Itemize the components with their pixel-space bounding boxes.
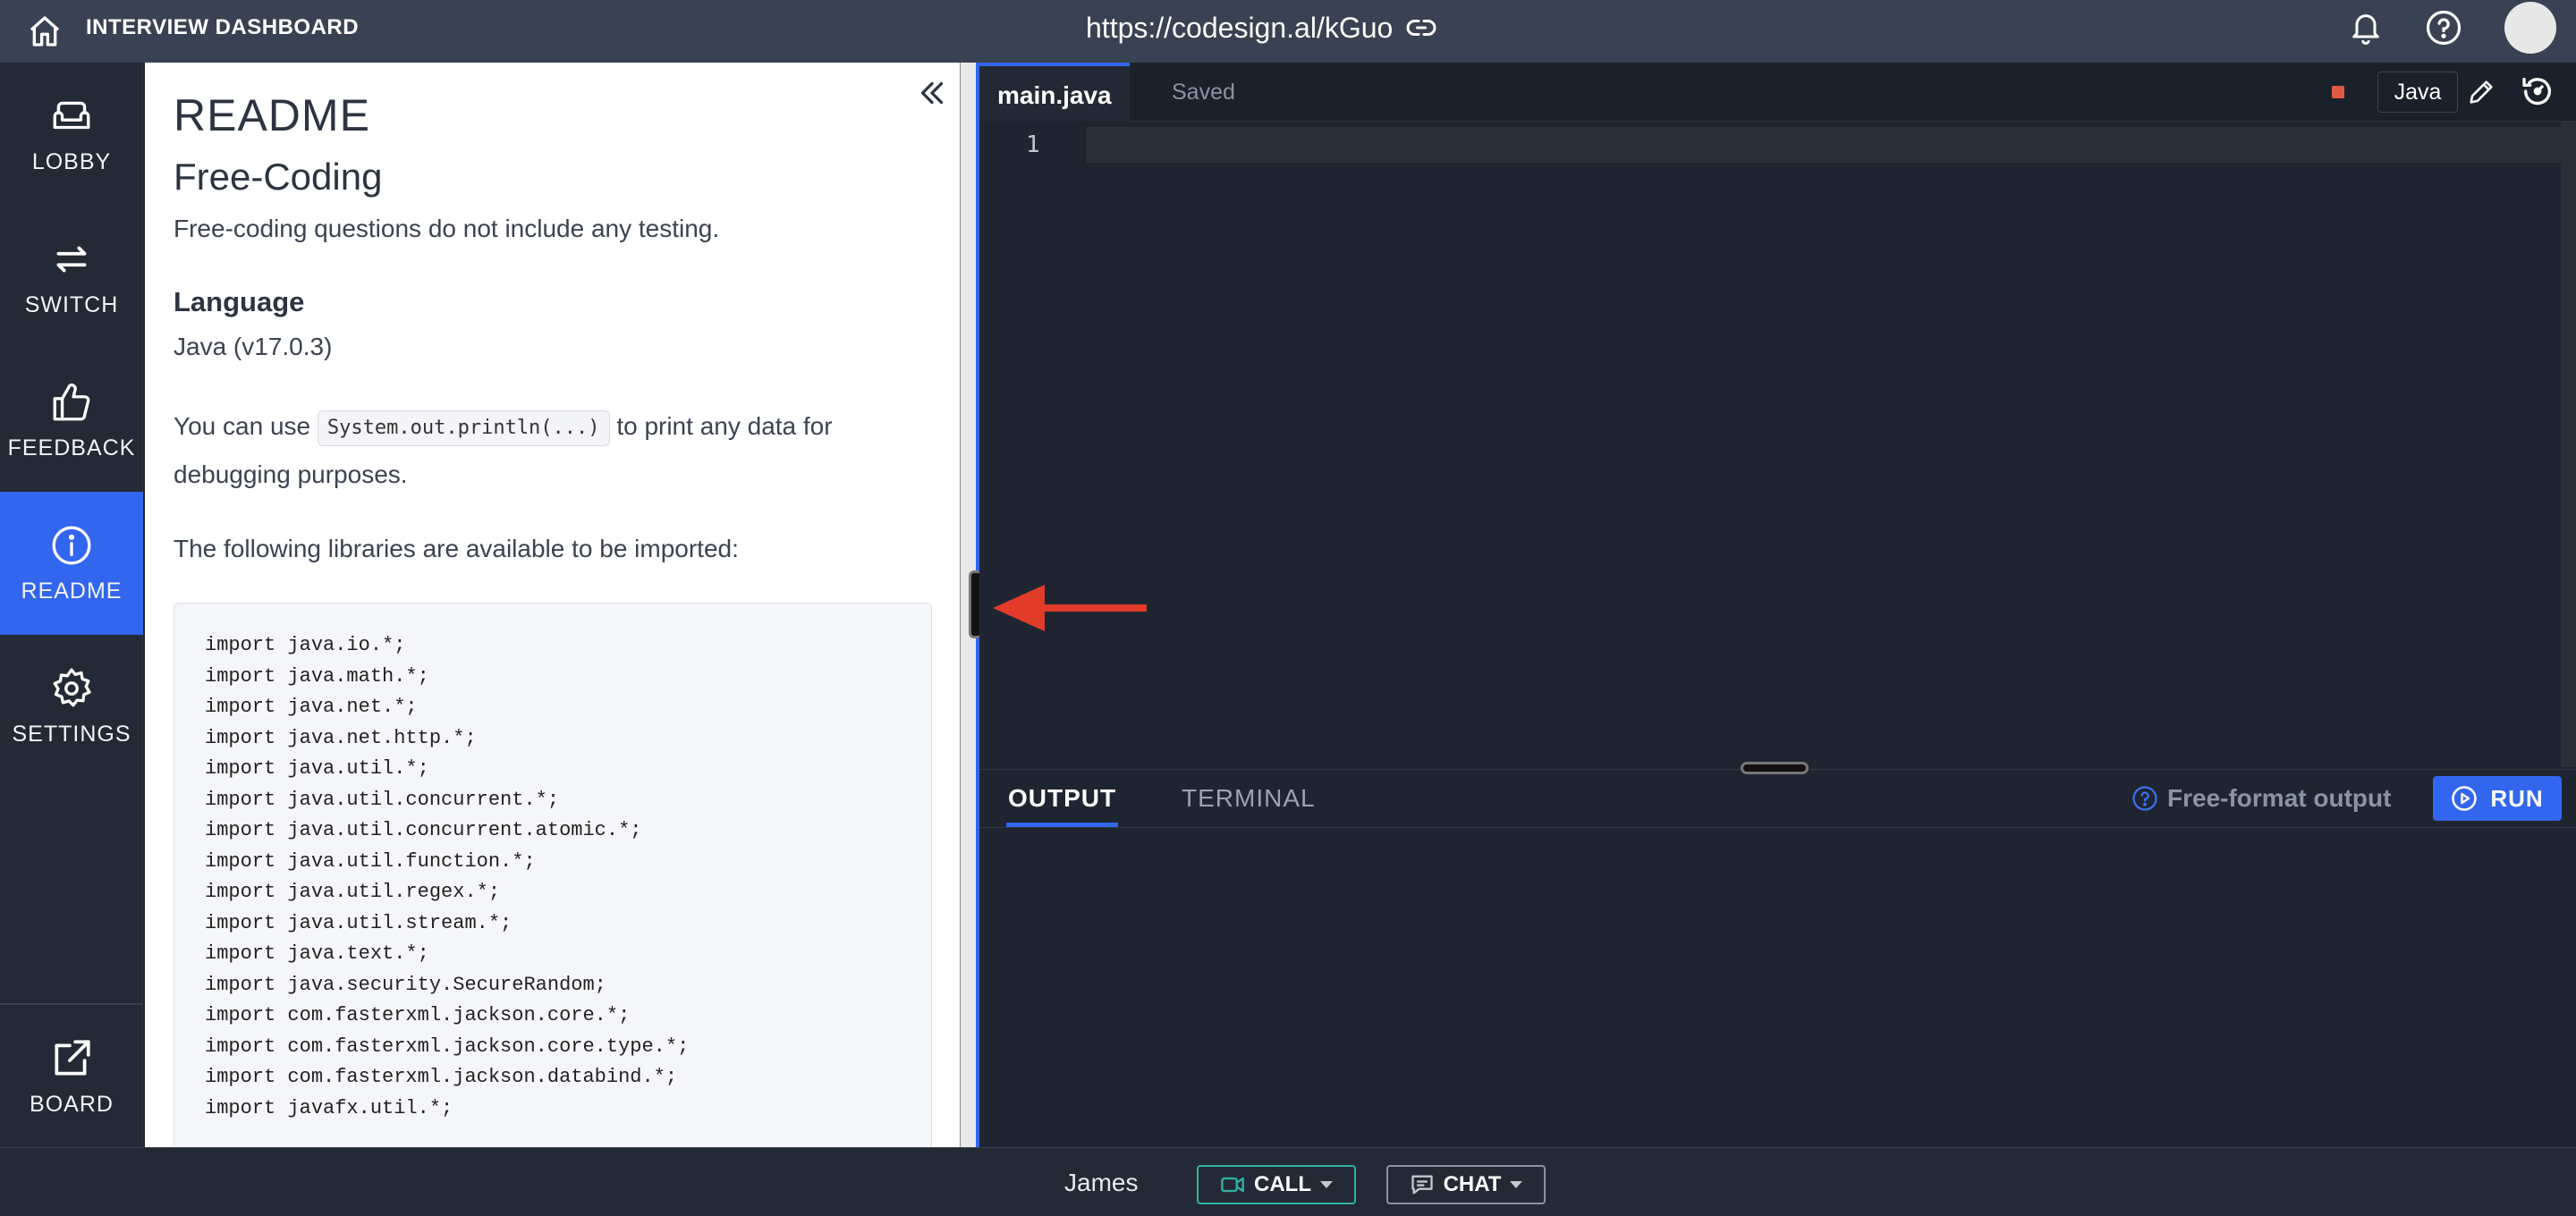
debug-paragraph: You can use System.out.println(...) to p… (174, 402, 943, 499)
output-console[interactable] (979, 828, 2576, 1147)
home-icon[interactable] (27, 13, 63, 49)
bell-icon[interactable] (2348, 9, 2384, 46)
readme-panel: README Free-Coding Free-coding questions… (145, 63, 960, 1147)
run-button[interactable]: RUN (2433, 776, 2562, 821)
session-url[interactable]: https://codesign.al/kGuo (1086, 0, 1437, 55)
help-icon[interactable] (2425, 9, 2462, 46)
annotation-arrow-icon (993, 585, 1147, 631)
debug-prefix: You can use (174, 412, 311, 440)
pencil-icon[interactable] (2466, 77, 2496, 107)
line-number: 1 (1026, 131, 1040, 158)
external-link-icon (55, 1039, 90, 1076)
sidebar-item-label: LOBBY (31, 148, 112, 174)
save-status: Saved (1172, 80, 1235, 105)
tab-output[interactable]: OUTPUT (1006, 770, 1119, 827)
code-line: import com.fasterxml.jackson.core.type.*… (205, 1034, 690, 1058)
session-url-text[interactable]: https://codesign.al/kGuo (1086, 12, 1393, 45)
status-indicator (2332, 86, 2344, 98)
code-line: import java.util.regex.*; (205, 881, 501, 903)
readme-intro: Free-coding questions do not include any… (174, 215, 720, 242)
code-line: import java.util.concurrent.atomic.*; (205, 819, 642, 841)
code-line: import com.fasterxml.jackson.core.*; (205, 1004, 631, 1026)
readme-title: README (174, 90, 370, 140)
code-line: import java.util.concurrent.*; (205, 788, 560, 811)
code-line: import java.math.*; (205, 664, 429, 688)
run-label: RUN (2490, 784, 2544, 812)
free-format-label: Free-format output (2167, 784, 2392, 812)
sidebar-item-feedback[interactable]: FEEDBACK (0, 349, 143, 492)
help-circle-icon[interactable] (2131, 785, 2158, 812)
code-line: import com.fasterxml.jackson.databind.*; (205, 1066, 678, 1088)
top-bar: INTERVIEW DASHBOARD https://codesign.al/… (0, 0, 2576, 63)
gear-icon (53, 668, 91, 706)
sidebar-item-label: BOARD (30, 1091, 114, 1117)
output-resize-handle[interactable] (1741, 762, 1809, 774)
code-line: import java.security.SecureRandom; (205, 973, 606, 996)
code-line: import java.text.*; (205, 942, 429, 965)
sidebar-item-label: SWITCH (24, 291, 119, 317)
collapse-panel-icon[interactable] (916, 77, 948, 109)
sidebar-item-board[interactable]: BOARD (0, 1005, 143, 1148)
call-button[interactable]: CALL (1197, 1165, 1356, 1204)
play-circle-icon (2452, 786, 2478, 811)
editor-scrollbar[interactable] (2561, 122, 2576, 767)
call-label: CALL (1254, 1172, 1311, 1196)
left-sidebar: LOBBY SWITCH FEEDBACK README SETTINGS BO… (0, 63, 143, 1147)
app-title: INTERVIEW DASHBOARD (86, 15, 360, 39)
sidebar-item-switch[interactable]: SWITCH (0, 206, 143, 349)
inline-code: System.out.println(...) (317, 410, 610, 446)
sidebar-item-label: SETTINGS (12, 721, 131, 747)
language-value: Java (v17.0.3) (174, 333, 333, 360)
code-line: import java.net.http.*; (205, 726, 477, 749)
code-line: import java.util.stream.*; (205, 911, 513, 934)
tab-main-java[interactable]: main.java (979, 63, 1130, 122)
info-icon (52, 526, 91, 564)
tab-terminal[interactable]: TERMINAL (1182, 770, 1316, 827)
sofa-icon (53, 101, 90, 129)
readme-heading: Free-Coding (174, 156, 383, 198)
link-icon[interactable] (1405, 12, 1437, 44)
language-selector[interactable]: Java (2377, 72, 2458, 113)
avatar[interactable] (2504, 2, 2556, 54)
code-line: import java.util.*; (205, 757, 429, 780)
sidebar-item-label: FEEDBACK (7, 435, 136, 460)
chevron-down-icon (1319, 1181, 1333, 1188)
history-icon[interactable] (2520, 73, 2555, 109)
code-line: import java.net.*; (205, 696, 418, 718)
video-camera-icon (1221, 1177, 1244, 1193)
code-line: import javafx.util.*; (205, 1096, 453, 1119)
bottom-bar: James CALL CHAT (0, 1147, 2576, 1216)
sidebar-item-lobby[interactable]: LOBBY (0, 63, 143, 206)
code-line: import java.io.*; (205, 634, 406, 656)
chevron-down-icon (1510, 1181, 1523, 1188)
imports-code-block: import java.io.*; import java.math.*; im… (174, 603, 932, 1147)
chat-label: CHAT (1443, 1172, 1502, 1196)
editor-tab-bar: main.java Saved Java (979, 63, 2576, 122)
chat-bubble-icon (1411, 1175, 1433, 1195)
language-heading: Language (174, 286, 305, 317)
chat-button[interactable]: CHAT (1386, 1165, 1546, 1204)
code-editor[interactable]: main.java Saved Java 1 (979, 63, 2576, 767)
sidebar-item-readme[interactable]: README (0, 492, 143, 635)
participant-name: James (1064, 1169, 1139, 1196)
current-line-highlight[interactable] (1087, 127, 2563, 163)
code-line: import java.util.function.*; (205, 849, 536, 873)
libraries-intro: The following libraries are available to… (174, 535, 739, 562)
free-format-output[interactable]: Free-format output (2131, 782, 2391, 815)
thumbs-up-icon (53, 383, 90, 420)
sidebar-item-label: README (21, 578, 123, 604)
swap-arrows-icon (56, 246, 87, 272)
sidebar-item-settings[interactable]: SETTINGS (0, 635, 143, 778)
